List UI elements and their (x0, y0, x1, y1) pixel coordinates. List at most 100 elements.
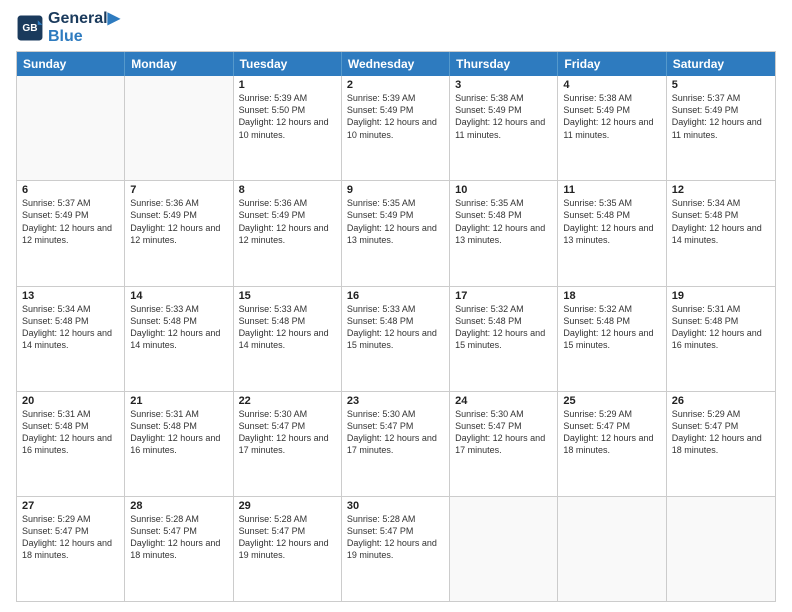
day-info: Sunrise: 5:34 AM Sunset: 5:48 PM Dayligh… (672, 197, 770, 246)
calendar-day-16: 16Sunrise: 5:33 AM Sunset: 5:48 PM Dayli… (342, 287, 450, 391)
day-number: 3 (455, 79, 552, 91)
calendar-week-4: 20Sunrise: 5:31 AM Sunset: 5:48 PM Dayli… (17, 392, 775, 497)
day-info: Sunrise: 5:33 AM Sunset: 5:48 PM Dayligh… (239, 303, 336, 352)
day-number: 12 (672, 184, 770, 196)
calendar-day-9: 9Sunrise: 5:35 AM Sunset: 5:49 PM Daylig… (342, 181, 450, 285)
day-number: 14 (130, 290, 227, 302)
day-info: Sunrise: 5:32 AM Sunset: 5:48 PM Dayligh… (455, 303, 552, 352)
day-info: Sunrise: 5:32 AM Sunset: 5:48 PM Dayligh… (563, 303, 660, 352)
day-info: Sunrise: 5:36 AM Sunset: 5:49 PM Dayligh… (130, 197, 227, 246)
header-day-sunday: Sunday (17, 52, 125, 76)
day-info: Sunrise: 5:28 AM Sunset: 5:47 PM Dayligh… (347, 513, 444, 562)
calendar-day-26: 26Sunrise: 5:29 AM Sunset: 5:47 PM Dayli… (667, 392, 775, 496)
day-number: 15 (239, 290, 336, 302)
day-info: Sunrise: 5:39 AM Sunset: 5:50 PM Dayligh… (239, 92, 336, 141)
day-info: Sunrise: 5:29 AM Sunset: 5:47 PM Dayligh… (563, 408, 660, 457)
day-number: 27 (22, 500, 119, 512)
day-info: Sunrise: 5:28 AM Sunset: 5:47 PM Dayligh… (130, 513, 227, 562)
logo: GB General▶ Blue (16, 10, 120, 45)
day-info: Sunrise: 5:39 AM Sunset: 5:49 PM Dayligh… (347, 92, 444, 141)
calendar-empty-cell (17, 76, 125, 180)
calendar: SundayMondayTuesdayWednesdayThursdayFrid… (16, 51, 776, 602)
header-day-monday: Monday (125, 52, 233, 76)
day-info: Sunrise: 5:35 AM Sunset: 5:48 PM Dayligh… (455, 197, 552, 246)
day-number: 4 (563, 79, 660, 91)
day-info: Sunrise: 5:35 AM Sunset: 5:49 PM Dayligh… (347, 197, 444, 246)
calendar-empty-cell (125, 76, 233, 180)
day-number: 9 (347, 184, 444, 196)
day-info: Sunrise: 5:37 AM Sunset: 5:49 PM Dayligh… (22, 197, 119, 246)
day-info: Sunrise: 5:38 AM Sunset: 5:49 PM Dayligh… (455, 92, 552, 141)
day-number: 16 (347, 290, 444, 302)
calendar-empty-cell (558, 497, 666, 601)
calendar-day-27: 27Sunrise: 5:29 AM Sunset: 5:47 PM Dayli… (17, 497, 125, 601)
calendar-week-2: 6Sunrise: 5:37 AM Sunset: 5:49 PM Daylig… (17, 181, 775, 286)
calendar-day-18: 18Sunrise: 5:32 AM Sunset: 5:48 PM Dayli… (558, 287, 666, 391)
calendar-day-15: 15Sunrise: 5:33 AM Sunset: 5:48 PM Dayli… (234, 287, 342, 391)
calendar-day-6: 6Sunrise: 5:37 AM Sunset: 5:49 PM Daylig… (17, 181, 125, 285)
calendar-day-2: 2Sunrise: 5:39 AM Sunset: 5:49 PM Daylig… (342, 76, 450, 180)
day-number: 30 (347, 500, 444, 512)
day-info: Sunrise: 5:30 AM Sunset: 5:47 PM Dayligh… (347, 408, 444, 457)
day-info: Sunrise: 5:30 AM Sunset: 5:47 PM Dayligh… (239, 408, 336, 457)
calendar-day-4: 4Sunrise: 5:38 AM Sunset: 5:49 PM Daylig… (558, 76, 666, 180)
logo-icon: GB (16, 14, 44, 42)
calendar-day-20: 20Sunrise: 5:31 AM Sunset: 5:48 PM Dayli… (17, 392, 125, 496)
calendar-day-5: 5Sunrise: 5:37 AM Sunset: 5:49 PM Daylig… (667, 76, 775, 180)
calendar-day-23: 23Sunrise: 5:30 AM Sunset: 5:47 PM Dayli… (342, 392, 450, 496)
calendar-day-22: 22Sunrise: 5:30 AM Sunset: 5:47 PM Dayli… (234, 392, 342, 496)
svg-text:GB: GB (22, 23, 37, 34)
day-number: 23 (347, 395, 444, 407)
day-number: 5 (672, 79, 770, 91)
header-day-thursday: Thursday (450, 52, 558, 76)
day-number: 28 (130, 500, 227, 512)
calendar-day-8: 8Sunrise: 5:36 AM Sunset: 5:49 PM Daylig… (234, 181, 342, 285)
calendar-day-14: 14Sunrise: 5:33 AM Sunset: 5:48 PM Dayli… (125, 287, 233, 391)
day-info: Sunrise: 5:29 AM Sunset: 5:47 PM Dayligh… (672, 408, 770, 457)
calendar-week-5: 27Sunrise: 5:29 AM Sunset: 5:47 PM Dayli… (17, 497, 775, 601)
day-info: Sunrise: 5:37 AM Sunset: 5:49 PM Dayligh… (672, 92, 770, 141)
calendar-day-24: 24Sunrise: 5:30 AM Sunset: 5:47 PM Dayli… (450, 392, 558, 496)
day-info: Sunrise: 5:33 AM Sunset: 5:48 PM Dayligh… (130, 303, 227, 352)
day-number: 1 (239, 79, 336, 91)
day-number: 26 (672, 395, 770, 407)
day-number: 25 (563, 395, 660, 407)
header-day-saturday: Saturday (667, 52, 775, 76)
calendar-day-10: 10Sunrise: 5:35 AM Sunset: 5:48 PM Dayli… (450, 181, 558, 285)
day-info: Sunrise: 5:36 AM Sunset: 5:49 PM Dayligh… (239, 197, 336, 246)
day-info: Sunrise: 5:31 AM Sunset: 5:48 PM Dayligh… (672, 303, 770, 352)
calendar-day-13: 13Sunrise: 5:34 AM Sunset: 5:48 PM Dayli… (17, 287, 125, 391)
calendar-day-3: 3Sunrise: 5:38 AM Sunset: 5:49 PM Daylig… (450, 76, 558, 180)
day-number: 22 (239, 395, 336, 407)
day-number: 8 (239, 184, 336, 196)
calendar-empty-cell (667, 497, 775, 601)
calendar-day-11: 11Sunrise: 5:35 AM Sunset: 5:48 PM Dayli… (558, 181, 666, 285)
calendar-day-17: 17Sunrise: 5:32 AM Sunset: 5:48 PM Dayli… (450, 287, 558, 391)
day-number: 17 (455, 290, 552, 302)
calendar-day-25: 25Sunrise: 5:29 AM Sunset: 5:47 PM Dayli… (558, 392, 666, 496)
day-info: Sunrise: 5:35 AM Sunset: 5:48 PM Dayligh… (563, 197, 660, 246)
calendar-day-1: 1Sunrise: 5:39 AM Sunset: 5:50 PM Daylig… (234, 76, 342, 180)
calendar-day-12: 12Sunrise: 5:34 AM Sunset: 5:48 PM Dayli… (667, 181, 775, 285)
day-info: Sunrise: 5:29 AM Sunset: 5:47 PM Dayligh… (22, 513, 119, 562)
day-info: Sunrise: 5:31 AM Sunset: 5:48 PM Dayligh… (22, 408, 119, 457)
day-number: 7 (130, 184, 227, 196)
calendar-week-3: 13Sunrise: 5:34 AM Sunset: 5:48 PM Dayli… (17, 287, 775, 392)
calendar-day-19: 19Sunrise: 5:31 AM Sunset: 5:48 PM Dayli… (667, 287, 775, 391)
header-day-tuesday: Tuesday (234, 52, 342, 76)
calendar-day-29: 29Sunrise: 5:28 AM Sunset: 5:47 PM Dayli… (234, 497, 342, 601)
calendar-week-1: 1Sunrise: 5:39 AM Sunset: 5:50 PM Daylig… (17, 76, 775, 181)
day-number: 11 (563, 184, 660, 196)
day-number: 18 (563, 290, 660, 302)
day-number: 21 (130, 395, 227, 407)
calendar-day-7: 7Sunrise: 5:36 AM Sunset: 5:49 PM Daylig… (125, 181, 233, 285)
day-number: 10 (455, 184, 552, 196)
day-number: 2 (347, 79, 444, 91)
page: GB General▶ Blue SundayMondayTuesdayWedn… (0, 0, 792, 612)
calendar-empty-cell (450, 497, 558, 601)
calendar-day-21: 21Sunrise: 5:31 AM Sunset: 5:48 PM Dayli… (125, 392, 233, 496)
day-info: Sunrise: 5:28 AM Sunset: 5:47 PM Dayligh… (239, 513, 336, 562)
day-number: 13 (22, 290, 119, 302)
logo-text: General▶ Blue (48, 10, 120, 45)
header-day-wednesday: Wednesday (342, 52, 450, 76)
